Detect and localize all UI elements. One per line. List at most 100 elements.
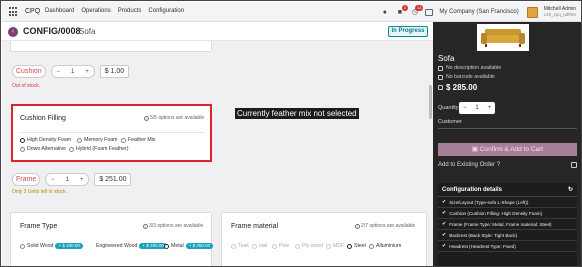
plus-icon[interactable]: +: [81, 69, 94, 75]
detail-item: ✔ Cushion (Cushion Filling: High Density …: [438, 208, 577, 219]
app-window: CPQ Dashboard Operations Products Config…: [0, 0, 582, 267]
detail-item: ✔ Backrest (Back Style: Tight Back): [438, 230, 577, 241]
detail-text: Headrest (Headrest Type: Fixed): [449, 243, 516, 249]
back-arrow-icon[interactable]: ‹: [8, 27, 18, 37]
price-chip: + $ 200.00: [139, 243, 167, 249]
app-brand[interactable]: CPQ: [25, 8, 40, 15]
user-menu[interactable]: Mitchell Admin v18_cpq_pdfrk9: [544, 6, 576, 18]
minus-icon[interactable]: −: [463, 105, 467, 111]
option-label: Engineered Wood: [96, 243, 138, 249]
price-tag-icon: [438, 85, 443, 90]
user-database: v18_cpq_pdfrk9: [543, 12, 576, 17]
info-icon: [438, 65, 443, 71]
detail-item: ✔ Frame (Frame Type: Metal, Frame materia…: [438, 219, 577, 230]
option-label: High Density Foam: [27, 137, 72, 143]
menu-dashboard[interactable]: Dashboard: [45, 8, 74, 14]
option-hybrid[interactable]: Hybrid (Foam Feather): [69, 146, 128, 152]
option-oak: oak: [252, 243, 267, 249]
price-chip: + $ 200.00: [55, 243, 83, 249]
info-icon: i: [143, 223, 148, 229]
cushion-filling-title: Cushion Filling: [20, 115, 66, 122]
frame-price: $ 251.00: [94, 173, 132, 186]
option-solid-wood[interactable]: Solid Wood + $ 200.00: [20, 243, 83, 249]
radio[interactable]: [20, 146, 25, 152]
minus-icon[interactable]: −: [52, 69, 65, 75]
radio[interactable]: [77, 137, 82, 143]
frame-type-availability: i 3/3 options are available: [143, 223, 203, 229]
option-label: Down Alternative: [27, 146, 66, 152]
menu-configuration[interactable]: Configuration: [148, 8, 184, 14]
panel-product-title: Sofa: [438, 54, 455, 63]
cushion-qty[interactable]: 1: [65, 69, 81, 75]
confirm-add-to-cart-button[interactable]: ▣ Confirm & Add to Cart: [438, 143, 577, 156]
option-label: Alluminium: [376, 243, 402, 249]
radio-selected[interactable]: [347, 243, 352, 249]
option-label: Solid Wood: [27, 243, 54, 249]
availability-text: 2/7 options are available: [361, 223, 416, 229]
avatar[interactable]: [526, 6, 538, 18]
radio[interactable]: [369, 243, 374, 249]
option-label: Teak: [238, 243, 249, 249]
panel-quantity-stepper[interactable]: − 1 +: [459, 102, 495, 114]
radio-disabled: [326, 243, 331, 249]
cushion-filling-card: Cushion Filling i 5/5 options are availa…: [11, 104, 212, 162]
button-label: Confirm & Add to Cart: [479, 146, 544, 153]
frame-stock-note: Only 3 Units left in stock.: [12, 189, 68, 195]
cushion-stock-note: Out of stock.: [12, 83, 41, 89]
cushion-quantity-stepper[interactable]: − 1 +: [50, 65, 95, 78]
refresh-icon[interactable]: ↻: [568, 186, 573, 193]
check-icon: ✔: [442, 243, 447, 249]
option-ply-wood: Ply wood: [295, 243, 323, 249]
bug-icon[interactable]: ●: [380, 8, 389, 17]
info-icon: i: [144, 115, 149, 121]
plus-icon[interactable]: +: [487, 105, 491, 111]
radio-selected[interactable]: [20, 137, 25, 143]
frame-material-availability: i 2/7 options are available: [355, 223, 415, 229]
option-alluminium[interactable]: Alluminium: [369, 243, 401, 249]
option-down-alternative[interactable]: Down Alternative: [20, 146, 66, 152]
option-label: Feather Mix: [128, 137, 156, 143]
cart-icon: ▣: [471, 146, 480, 153]
company-icon[interactable]: [425, 8, 434, 16]
price-text: $ 285.00: [446, 83, 478, 92]
frame-material-card: Frame material i 2/7 options are availab…: [221, 212, 427, 266]
option-engineered-wood[interactable]: Engineered Wood + $ 200.00: [96, 243, 167, 249]
activity-icon[interactable]: ◷ 14: [410, 4, 424, 17]
note-text: No barcode available: [446, 74, 495, 80]
no-description-note: No description available: [438, 65, 501, 71]
menu-products[interactable]: Products: [118, 8, 142, 14]
option-label: oak: [259, 243, 268, 249]
menu-operations[interactable]: Operations: [81, 8, 110, 14]
product-name: Sofa: [79, 27, 96, 36]
main-menu: Dashboard Operations Products Configurat…: [45, 8, 184, 14]
radio-selected[interactable]: [164, 243, 169, 249]
status-badge: In Progress: [388, 26, 428, 37]
radio-disabled: [272, 243, 277, 249]
apps-menu-icon[interactable]: [9, 7, 19, 17]
option-metal[interactable]: Metal + $ 250.00: [164, 243, 214, 249]
navbar-right: ● ■ 2 ◷ 14 My Company (San Francisco) Mitc…: [380, 4, 576, 19]
company-switcher[interactable]: My Company (San Francisco): [439, 9, 518, 15]
title-bar: ‹ CONFIG/0008 Sofa In Progress: [2, 22, 433, 41]
barcode-icon: [438, 74, 443, 80]
frame-quantity-stepper[interactable]: − 1 +: [45, 173, 90, 186]
radio[interactable]: [20, 243, 25, 249]
option-feather-mix[interactable]: Feather Mix: [121, 137, 155, 143]
plus-icon[interactable]: +: [75, 177, 88, 183]
frame-qty[interactable]: 1: [59, 177, 75, 183]
radio-disabled: [295, 243, 300, 249]
radio[interactable]: [121, 137, 126, 143]
customer-input[interactable]: [438, 128, 577, 129]
option-high-density-foam[interactable]: High Density Foam: [20, 137, 71, 143]
panel-qty-value[interactable]: 1: [475, 105, 478, 111]
radio-disabled: [231, 243, 236, 249]
option-steel[interactable]: Steel: [347, 243, 366, 249]
scrollbar[interactable]: [429, 85, 432, 119]
quantity-label: Quantity: [438, 105, 459, 111]
add-existing-checkbox[interactable]: [571, 162, 577, 168]
frame-type-card: Frame Type i 3/3 options are available S…: [10, 212, 214, 266]
option-memory-foam[interactable]: Memory Foam: [77, 137, 117, 143]
minus-icon[interactable]: −: [46, 177, 59, 183]
messages-icon[interactable]: ■ 2: [395, 4, 409, 17]
radio[interactable]: [69, 146, 74, 152]
